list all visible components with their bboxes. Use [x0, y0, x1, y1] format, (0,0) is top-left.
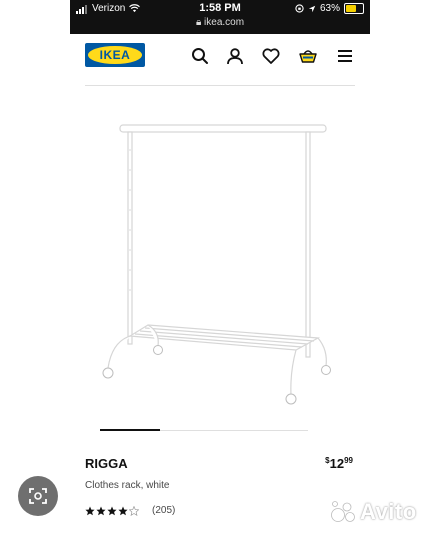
product-price: $ 12 99 [325, 456, 353, 471]
watermark-text: Avito [360, 499, 417, 524]
review-count: (205) [152, 505, 176, 516]
avito-watermark: Avito [330, 499, 417, 525]
user-icon[interactable] [225, 46, 245, 66]
price-cents: 99 [344, 456, 353, 465]
menu-icon[interactable] [335, 46, 355, 66]
heart-icon[interactable] [261, 46, 281, 66]
star-icon [96, 506, 106, 515]
star-icon [107, 506, 117, 515]
site-header: IKEA [70, 34, 370, 84]
status-right: 63% [295, 3, 364, 14]
logo-oval: IKEA [88, 46, 142, 64]
logo-text: IKEA [99, 48, 131, 62]
carousel-indicator [100, 429, 160, 431]
screen-lock-icon [295, 4, 304, 13]
visual-search-button[interactable] [18, 476, 58, 516]
product-description: Clothes rack, white [85, 480, 170, 491]
location-icon [308, 5, 316, 12]
cart-icon[interactable] [298, 46, 318, 66]
battery-icon [344, 3, 364, 14]
star-empty-icon [129, 505, 139, 516]
url-text: ikea.com [204, 17, 245, 28]
battery-percent: 63% [319, 3, 340, 14]
left-margin [0, 0, 70, 540]
price-whole: 12 [329, 456, 345, 471]
header-divider [85, 85, 355, 86]
search-icon[interactable] [190, 46, 210, 66]
ikea-logo[interactable]: IKEA [85, 43, 145, 67]
url-bar[interactable]: 🔒︎ ikea.com [70, 17, 370, 28]
star-icon [85, 506, 95, 515]
product-rating[interactable]: (205) [85, 505, 175, 516]
lock-icon: 🔒︎ [195, 17, 202, 28]
status-bar: Verizon 1:58 PM 🔒︎ ikea.com 63% [70, 0, 370, 34]
right-margin [370, 0, 438, 540]
visual-search-icon [29, 488, 47, 504]
star-icon [118, 506, 128, 515]
avito-logo-icon [331, 501, 355, 522]
product-name[interactable]: RIGGA [85, 456, 128, 471]
phone-screen: Verizon 1:58 PM 🔒︎ ikea.com 63% IKEA RIG… [70, 0, 370, 540]
product-image-clothes-rack[interactable] [90, 110, 360, 420]
